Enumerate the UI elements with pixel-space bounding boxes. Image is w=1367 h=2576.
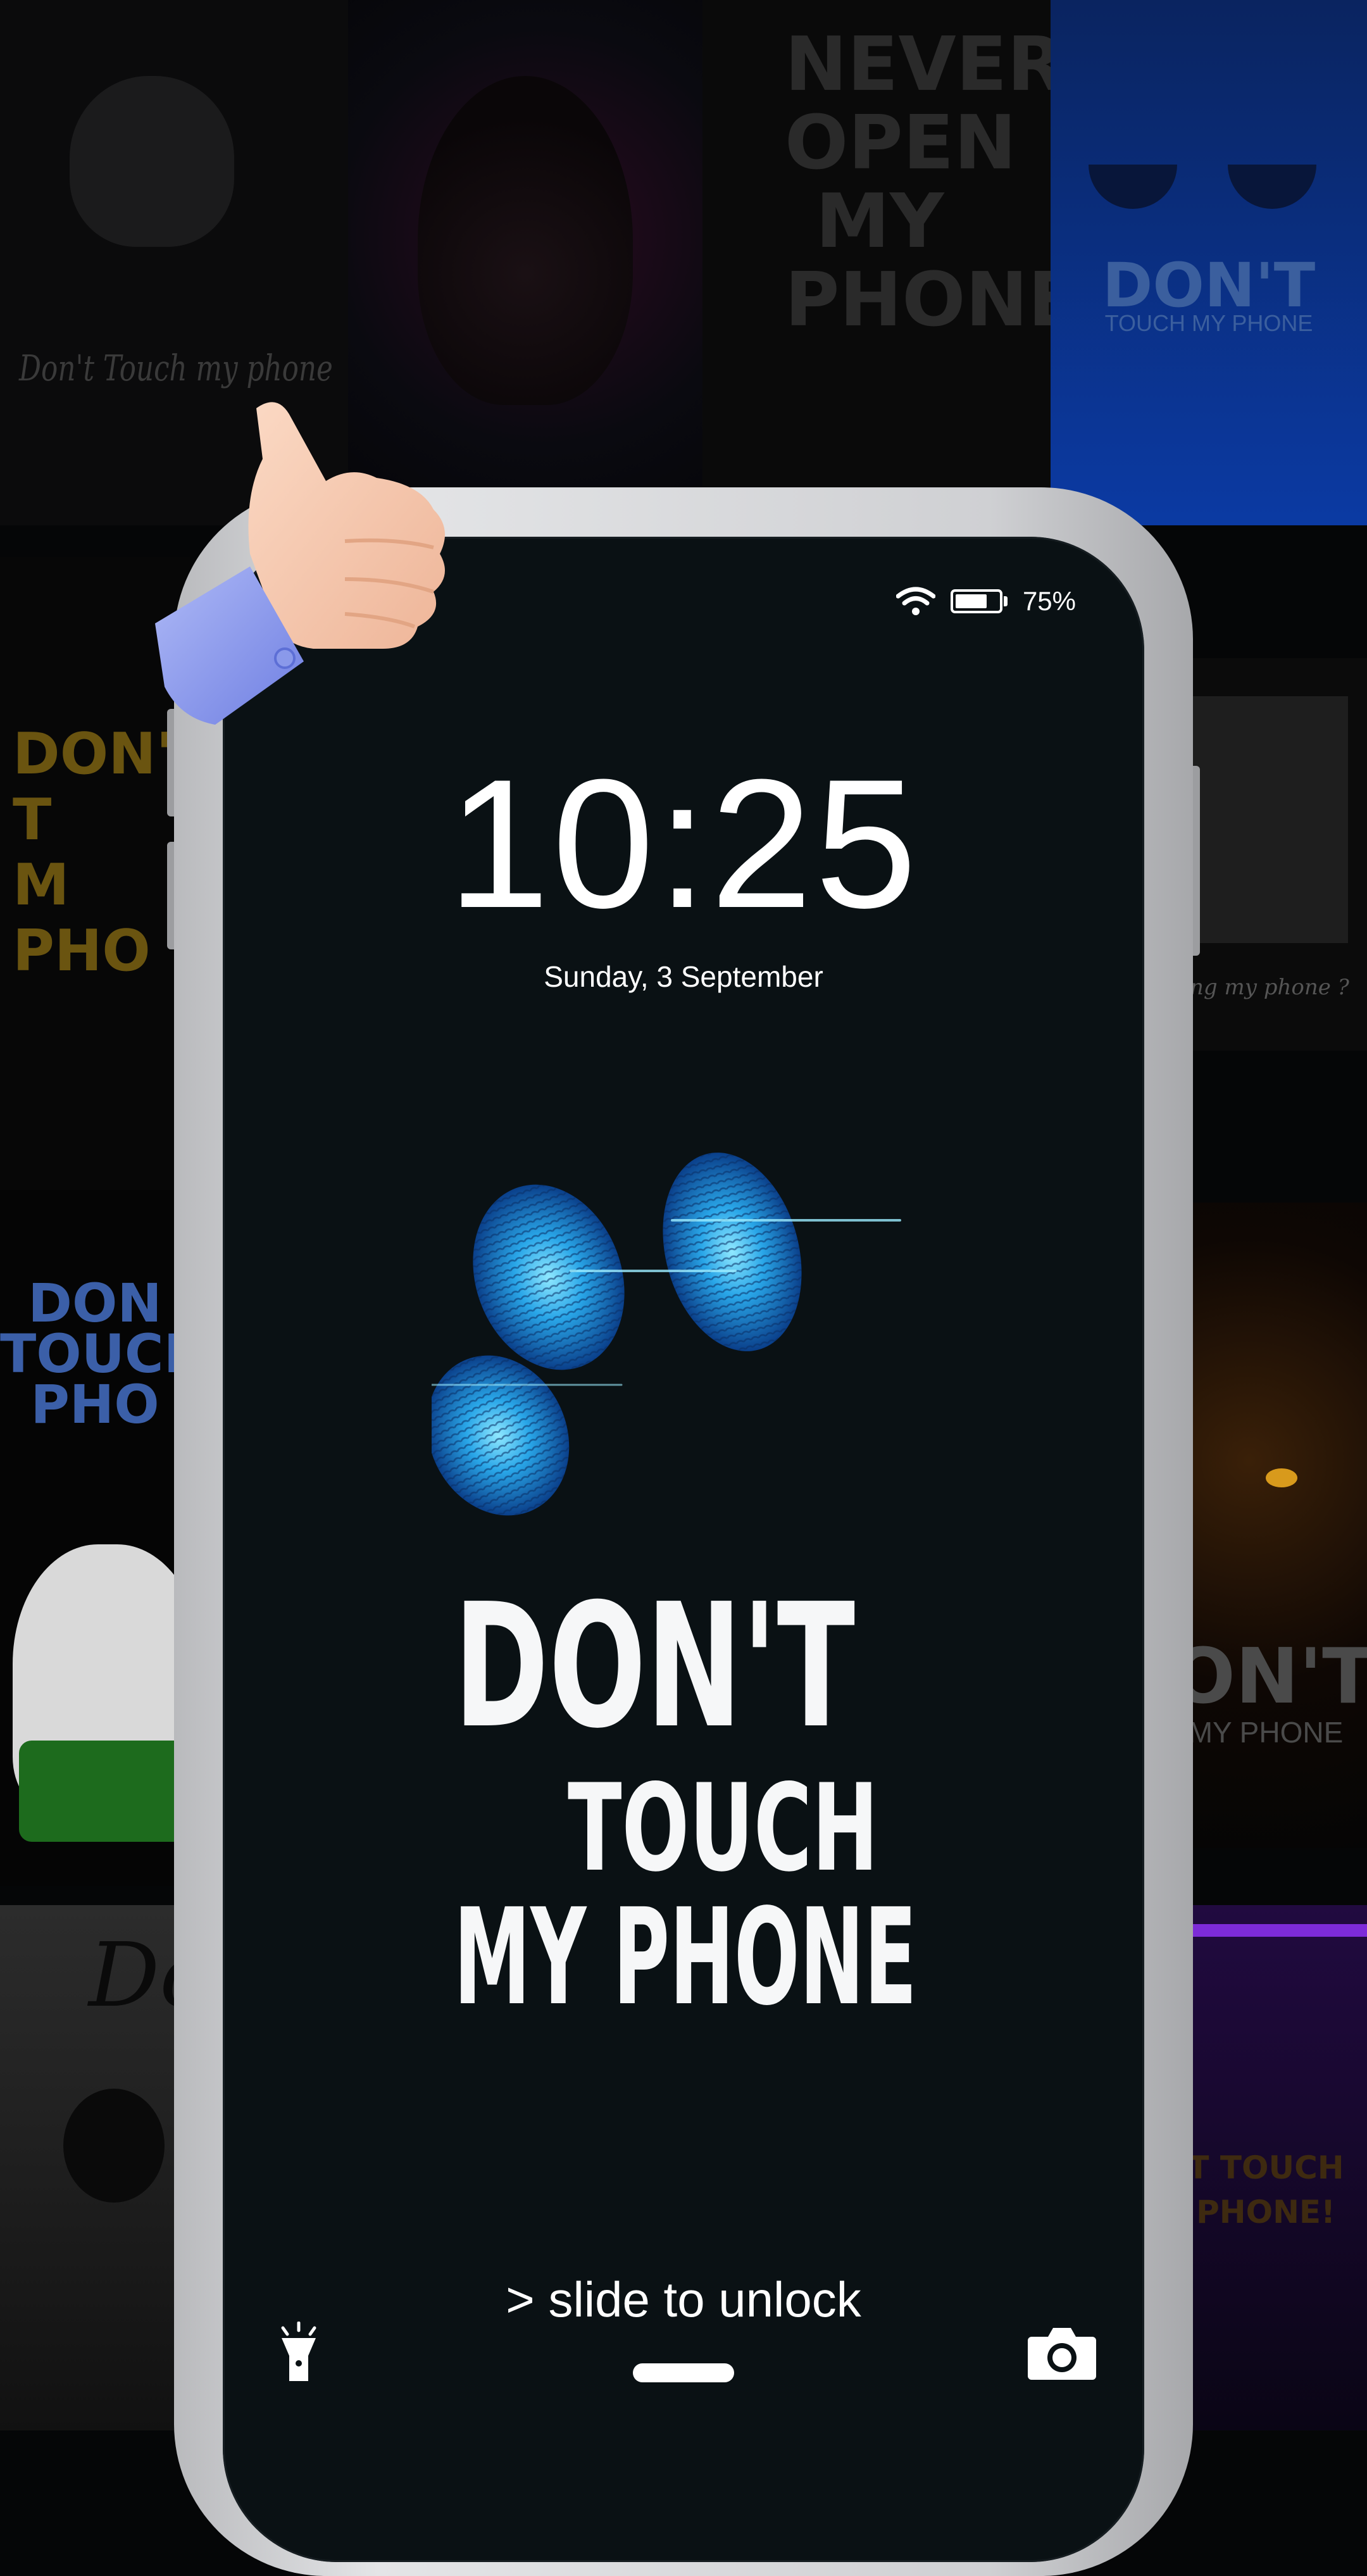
slide-to-unlock[interactable]: > slide to unlock: [223, 2271, 1144, 2329]
thumbnail-caption: NEVER OPEN MY PHONE: [785, 20, 1051, 343]
thumbnail-caption: ng my phone ?: [1190, 975, 1349, 1000]
thumbnail-subcaption: MY PHONE: [1188, 1716, 1344, 1749]
cat-eye-shape: [1266, 1468, 1297, 1487]
wallpaper-thumbnail-blue-eyes[interactable]: DON'T TOUCH MY PHONE: [1051, 0, 1367, 525]
skull-shape: [70, 76, 234, 247]
battery-icon: [950, 589, 1008, 613]
fingerprint-2: [663, 1153, 802, 1351]
status-bar: 75%: [896, 582, 1076, 620]
joker-face-shape: [63, 2089, 165, 2203]
wallpaper-text-my-phone: MY PHONE: [454, 1880, 917, 2035]
wifi-icon: [896, 586, 935, 616]
wallpaper-thumbnail-cartoon[interactable]: DON TOUCH PHO: [0, 1190, 190, 1886]
thumbs-up-icon: [155, 402, 445, 725]
clock-time: 10:25: [447, 741, 920, 946]
wallpaper-text-touch: TOUCH: [568, 1758, 878, 1898]
flashlight-icon: [281, 2322, 316, 2381]
thumbnail-caption: DON'T T M PHO: [13, 721, 190, 984]
fingerprints-illustration: [432, 1153, 901, 1516]
home-indicator[interactable]: [633, 2363, 734, 2382]
wallpaper-thumbnail-neon[interactable]: T TOUCH PHONE!: [1171, 1905, 1367, 2430]
wallpaper-thumbnail-never-open[interactable]: NEVER OPEN MY PHONE: [702, 0, 1051, 525]
wallpaper-thumbnail-question[interactable]: ng my phone ?: [1171, 658, 1367, 1051]
thumbnail-caption: Don't Touch my phone: [19, 348, 333, 389]
flashlight-button[interactable]: [264, 2315, 334, 2391]
lock-screen[interactable]: 75% 10:25 Sunday, 3 September DON'T TOUC…: [223, 537, 1144, 2562]
battery-level-fill: [955, 594, 987, 608]
hooded-figure-shape: [418, 76, 633, 405]
wallpaper-thumbnail-joker[interactable]: Dor: [0, 1905, 190, 2430]
clock-date: Sunday, 3 September: [544, 960, 823, 993]
thumbnail-caption: DON TOUCH PHO: [0, 1272, 190, 1435]
thumbnail-caption: T TOUCH PHONE!: [1187, 2149, 1344, 2230]
angry-eye-right: [1228, 165, 1316, 209]
thumbnail-image-shape: [1183, 696, 1348, 943]
neon-border-shape: [1171, 1924, 1367, 1937]
thumbnail-subcaption: TOUCH MY PHONE: [1104, 310, 1313, 336]
angry-eye-left: [1089, 165, 1177, 209]
wallpaper-thumbnail-cat[interactable]: ON'T MY PHONE: [1171, 1203, 1367, 1848]
thumbnail-caption: ON'T: [1171, 1633, 1367, 1721]
camera-icon: [1028, 2328, 1096, 2380]
battery-percentage: 75%: [1022, 586, 1076, 616]
camera-button[interactable]: [1021, 2315, 1103, 2391]
cartoon-pants-shape: [19, 1741, 190, 1842]
wallpaper-text-dont: DON'T: [454, 1566, 856, 1766]
